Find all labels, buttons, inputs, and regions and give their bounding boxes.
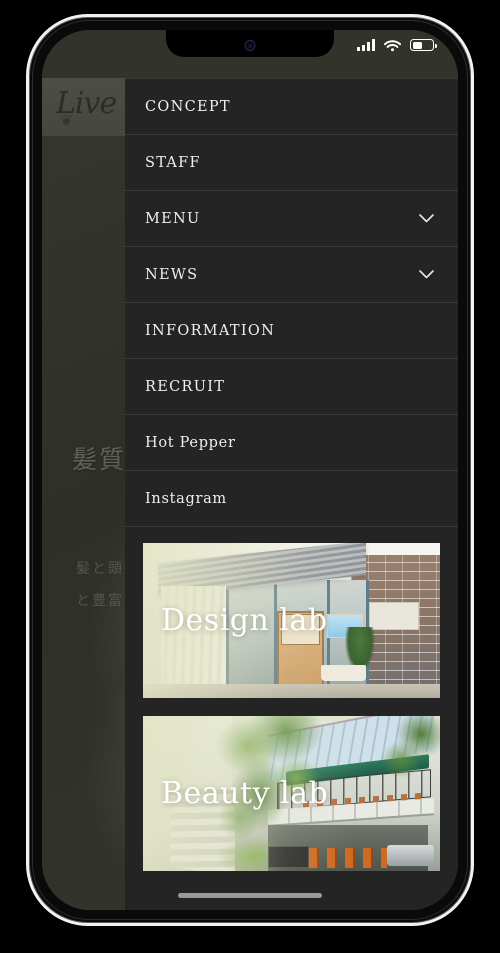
phone-screen: Live ❦ 髪質で 髪と頭皮 と豊富な CONCEPTSTAFFMENUNEW…: [42, 30, 458, 910]
menu-item-label: RECRUIT: [145, 378, 226, 395]
photo-card-label: Beauty lab: [161, 775, 329, 811]
battery-fill-level: [412, 41, 422, 49]
menu-item-hot-pepper[interactable]: Hot Pepper: [125, 415, 458, 471]
menu-item-information[interactable]: INFORMATION: [125, 303, 458, 359]
menu-item-menu[interactable]: MENU: [125, 191, 458, 247]
photo-card-label: Design lab: [161, 602, 328, 638]
front-camera-icon: [244, 40, 256, 51]
menu-item-label: MENU: [145, 210, 201, 227]
chevron-down-icon[interactable]: [418, 267, 434, 283]
drawer-photo-cards: Design lab Beauty lab: [125, 527, 458, 907]
menu-item-label: STAFF: [145, 154, 201, 171]
cellular-signal-icon: [357, 39, 375, 51]
menu-item-news[interactable]: NEWS: [125, 247, 458, 303]
navigation-drawer: CONCEPT STAFF MENU NEWS INFORMATION RECRUIT Ho…: [125, 78, 458, 910]
home-indicator[interactable]: [178, 893, 322, 898]
status-bar: [357, 30, 458, 60]
menu-item-label: CONCEPT: [145, 98, 231, 115]
drawer-menu-list: CONCEPT STAFF MENU NEWS INFORMATION RECRUIT Ho…: [125, 78, 458, 527]
menu-item-staff[interactable]: STAFF: [125, 135, 458, 191]
menu-item-label: NEWS: [145, 266, 199, 283]
menu-item-label: Hot Pepper: [145, 434, 236, 451]
photo-card-beauty-lab[interactable]: Beauty lab: [143, 716, 440, 871]
menu-item-recruit[interactable]: RECRUIT: [125, 359, 458, 415]
wifi-icon: [384, 39, 401, 52]
screenshot-stage: Live ❦ 髪質で 髪と頭皮 と豊富な CONCEPTSTAFFMENUNEW…: [0, 0, 500, 953]
photo-card-design-lab[interactable]: Design lab: [143, 543, 440, 698]
menu-item-concept[interactable]: CONCEPT: [125, 79, 458, 135]
chevron-down-icon[interactable]: [418, 211, 434, 227]
menu-item-label: INFORMATION: [145, 322, 276, 339]
menu-item-instagram[interactable]: Instagram: [125, 471, 458, 527]
battery-icon: [410, 39, 437, 51]
menu-item-label: Instagram: [145, 490, 227, 507]
